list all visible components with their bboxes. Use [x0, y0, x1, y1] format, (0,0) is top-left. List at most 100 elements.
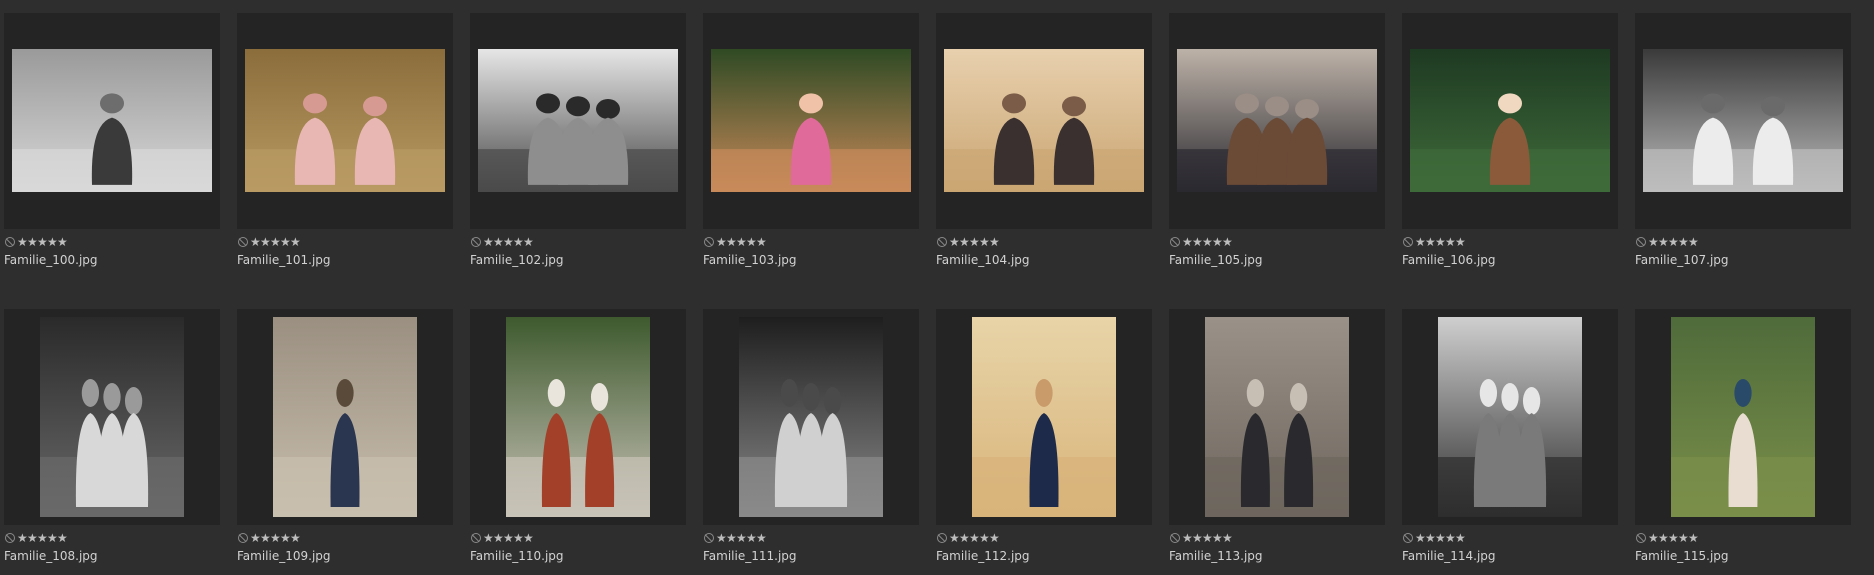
reject-icon[interactable] — [1636, 237, 1646, 247]
reject-icon[interactable] — [704, 237, 714, 247]
reject-icon[interactable] — [5, 237, 15, 247]
star-icon[interactable]: ★ — [1648, 531, 1659, 545]
photo-thumbnail[interactable] — [1177, 49, 1377, 192]
star-icon[interactable]: ★ — [1435, 235, 1446, 249]
photo-thumbnail[interactable] — [1410, 49, 1610, 192]
reject-icon[interactable] — [471, 237, 481, 247]
reject-icon[interactable] — [1170, 237, 1180, 247]
star-icon[interactable]: ★ — [1658, 235, 1669, 249]
star-icon[interactable]: ★ — [1182, 235, 1193, 249]
star-icon[interactable]: ★ — [959, 235, 970, 249]
thumbnail-tile[interactable] — [936, 13, 1152, 229]
star-icon[interactable]: ★ — [989, 235, 1000, 249]
star-icon[interactable]: ★ — [989, 531, 1000, 545]
star-icon[interactable]: ★ — [260, 235, 271, 249]
star-icon[interactable]: ★ — [27, 235, 38, 249]
star-icon[interactable]: ★ — [1415, 531, 1426, 545]
reject-icon[interactable] — [238, 533, 248, 543]
star-icon[interactable]: ★ — [513, 531, 524, 545]
star-icon[interactable]: ★ — [969, 531, 980, 545]
star-icon[interactable]: ★ — [1648, 235, 1659, 249]
thumbnail-tile[interactable] — [1635, 309, 1851, 525]
star-icon[interactable]: ★ — [1445, 235, 1456, 249]
star-icon[interactable]: ★ — [949, 531, 960, 545]
star-icon[interactable]: ★ — [250, 531, 261, 545]
thumbnail-tile[interactable] — [470, 309, 686, 525]
star-icon[interactable]: ★ — [503, 531, 514, 545]
star-icon[interactable]: ★ — [1455, 235, 1466, 249]
thumbnail-tile[interactable] — [1169, 309, 1385, 525]
reject-icon[interactable] — [471, 533, 481, 543]
thumbnail-tile[interactable] — [703, 309, 919, 525]
star-icon[interactable]: ★ — [37, 235, 48, 249]
star-icon[interactable]: ★ — [979, 531, 990, 545]
star-icon[interactable]: ★ — [47, 531, 58, 545]
reject-icon[interactable] — [704, 533, 714, 543]
star-icon[interactable]: ★ — [523, 531, 534, 545]
star-icon[interactable]: ★ — [47, 235, 58, 249]
star-icon[interactable]: ★ — [1222, 235, 1233, 249]
star-icon[interactable]: ★ — [1212, 235, 1223, 249]
reject-icon[interactable] — [937, 237, 947, 247]
star-icon[interactable]: ★ — [746, 235, 757, 249]
star-icon[interactable]: ★ — [1222, 531, 1233, 545]
star-icon[interactable]: ★ — [736, 235, 747, 249]
star-icon[interactable]: ★ — [1192, 235, 1203, 249]
star-icon[interactable]: ★ — [716, 531, 727, 545]
star-icon[interactable]: ★ — [1425, 531, 1436, 545]
star-icon[interactable]: ★ — [726, 531, 737, 545]
reject-icon[interactable] — [1636, 533, 1646, 543]
photo-thumbnail[interactable] — [40, 317, 184, 517]
star-icon[interactable]: ★ — [756, 235, 767, 249]
reject-icon[interactable] — [238, 237, 248, 247]
star-icon[interactable]: ★ — [37, 531, 48, 545]
photo-thumbnail[interactable] — [944, 49, 1144, 192]
thumbnail-tile[interactable] — [703, 13, 919, 229]
star-icon[interactable]: ★ — [493, 235, 504, 249]
star-icon[interactable]: ★ — [290, 235, 301, 249]
star-icon[interactable]: ★ — [250, 235, 261, 249]
star-icon[interactable]: ★ — [756, 531, 767, 545]
star-icon[interactable]: ★ — [1445, 531, 1456, 545]
thumbnail-tile[interactable] — [4, 13, 220, 229]
star-icon[interactable]: ★ — [716, 235, 727, 249]
star-icon[interactable]: ★ — [290, 531, 301, 545]
star-icon[interactable]: ★ — [483, 235, 494, 249]
star-icon[interactable]: ★ — [483, 531, 494, 545]
thumbnail-tile[interactable] — [1169, 13, 1385, 229]
star-icon[interactable]: ★ — [1658, 531, 1669, 545]
star-icon[interactable]: ★ — [1425, 235, 1436, 249]
photo-thumbnail[interactable] — [478, 49, 678, 192]
star-icon[interactable]: ★ — [1455, 531, 1466, 545]
star-icon[interactable]: ★ — [1192, 531, 1203, 545]
thumbnail-tile[interactable] — [936, 309, 1152, 525]
star-icon[interactable]: ★ — [1415, 235, 1426, 249]
photo-thumbnail[interactable] — [1438, 317, 1582, 517]
star-icon[interactable]: ★ — [260, 531, 271, 545]
reject-icon[interactable] — [1170, 533, 1180, 543]
photo-thumbnail[interactable] — [1205, 317, 1349, 517]
star-icon[interactable]: ★ — [57, 531, 68, 545]
photo-thumbnail[interactable] — [739, 317, 883, 517]
star-icon[interactable]: ★ — [270, 531, 281, 545]
star-icon[interactable]: ★ — [27, 531, 38, 545]
star-icon[interactable]: ★ — [280, 531, 291, 545]
star-icon[interactable]: ★ — [523, 235, 534, 249]
photo-thumbnail[interactable] — [972, 317, 1116, 517]
star-icon[interactable]: ★ — [1212, 531, 1223, 545]
photo-thumbnail[interactable] — [245, 49, 445, 192]
thumbnail-tile[interactable] — [1402, 309, 1618, 525]
star-icon[interactable]: ★ — [1678, 531, 1689, 545]
thumbnail-tile[interactable] — [1635, 13, 1851, 229]
star-icon[interactable]: ★ — [280, 235, 291, 249]
star-icon[interactable]: ★ — [17, 531, 28, 545]
star-icon[interactable]: ★ — [1202, 235, 1213, 249]
star-icon[interactable]: ★ — [1688, 531, 1699, 545]
star-icon[interactable]: ★ — [1182, 531, 1193, 545]
star-icon[interactable]: ★ — [726, 235, 737, 249]
thumbnail-tile[interactable] — [237, 13, 453, 229]
reject-icon[interactable] — [5, 533, 15, 543]
thumbnail-tile[interactable] — [4, 309, 220, 525]
star-icon[interactable]: ★ — [1435, 531, 1446, 545]
star-icon[interactable]: ★ — [17, 235, 28, 249]
